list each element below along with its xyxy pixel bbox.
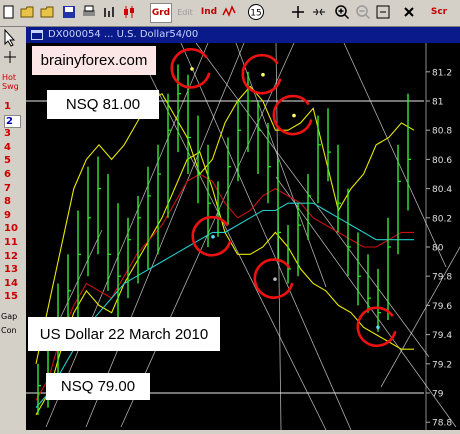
gap-button[interactable]: Gap: [1, 312, 17, 321]
trend-level-8[interactable]: 8: [4, 196, 11, 207]
wave-icon[interactable]: [222, 3, 236, 21]
y-tick-label: 81: [432, 98, 443, 108]
trend-level-14[interactable]: 14: [4, 278, 18, 289]
trend-level-4[interactable]: 4: [4, 142, 11, 153]
swing-point-1: [261, 72, 265, 77]
swing-point-5: [376, 325, 380, 330]
trend-level-12[interactable]: 12: [4, 251, 18, 262]
y-tick-label: 79.4: [432, 331, 452, 341]
bar-chart-icon[interactable]: [102, 3, 116, 21]
trend-level-3[interactable]: 3: [4, 128, 11, 139]
cursor-cross-icon[interactable]: [291, 3, 305, 21]
save-icon[interactable]: [62, 3, 76, 21]
y-tick-label: 80: [432, 244, 444, 254]
indicator-button[interactable]: Ind: [201, 3, 217, 21]
folder-icon[interactable]: [40, 3, 56, 21]
trend-level-6[interactable]: 6: [4, 169, 11, 180]
trend-level-1[interactable]: 1: [4, 101, 11, 112]
y-tick-label: 80.6: [432, 156, 452, 166]
candle-icon[interactable]: [122, 3, 136, 21]
y-tick-label: 81.2: [432, 68, 452, 78]
new-file-icon[interactable]: [2, 3, 16, 21]
chart-caption: US Dollar 22 March 2010: [28, 317, 220, 351]
trend-line-4: [145, 66, 327, 431]
trend-line-3: [195, 42, 430, 358]
chart-title: DX000054 ... U.S. Dollar54/00: [48, 29, 199, 40]
swing-label: Swg: [2, 82, 19, 91]
trend-level-5[interactable]: 5: [4, 155, 11, 166]
site-label: brainyforex.com: [32, 46, 156, 75]
y-tick-label: 79.6: [432, 302, 452, 312]
trend-line-10: [55, 229, 103, 328]
edit-button[interactable]: Edit: [175, 3, 195, 21]
trend-level-15[interactable]: 15: [4, 291, 18, 302]
nsq-bottom-label: NSQ 79.00: [46, 373, 150, 400]
trend-level-10[interactable]: 10: [4, 223, 18, 234]
y-tick-label: 79: [432, 390, 444, 400]
grid-button[interactable]: Grd: [150, 3, 172, 23]
chart-window: 81.2 81 80.8 80.6 80.4 80.2 80 79.8 79.6 79.4 79.2…: [26, 27, 460, 431]
y-tick-label: 80.2: [432, 214, 452, 224]
nsq-top-label: NSQ 81.00: [47, 90, 159, 119]
y-tick-label: 79.2: [432, 360, 452, 370]
trend-level-9[interactable]: 9: [4, 210, 11, 221]
zoom-out-icon[interactable]: [355, 3, 371, 21]
swing-point-4: [273, 277, 277, 281]
trend-level-2[interactable]: 2: [4, 114, 21, 128]
fit-icon[interactable]: [376, 3, 390, 21]
trend-line-8: [343, 42, 447, 268]
print-icon[interactable]: [82, 3, 96, 21]
con-button[interactable]: Con: [1, 326, 17, 335]
chart-title-bar[interactable]: DX000054 ... U.S. Dollar54/00: [26, 27, 460, 43]
window-icon: [31, 30, 43, 40]
open-folder-icon[interactable]: [20, 3, 36, 21]
swing-point-2: [292, 113, 296, 118]
scroll-button[interactable]: Scr: [430, 3, 448, 21]
swing-point-0: [190, 67, 194, 71]
y-tick-label: 78.8: [432, 419, 452, 429]
trend-level-11[interactable]: 11: [4, 237, 18, 248]
close-icon[interactable]: [402, 3, 416, 21]
toolbar: Grd Edit Ind 15 Scr: [0, 0, 460, 27]
period-circle-icon[interactable]: 15: [247, 3, 265, 21]
compress-icon[interactable]: [312, 3, 326, 21]
trend-level-13[interactable]: 13: [4, 264, 18, 275]
swing-point-3: [211, 234, 215, 239]
y-tick-label: 80.4: [432, 185, 452, 195]
zoom-in-icon[interactable]: [334, 3, 350, 21]
cross-tool-icon[interactable]: [3, 49, 17, 68]
period-label: 15: [250, 9, 261, 19]
arrow-cursor-icon[interactable]: [3, 28, 17, 51]
hot-label: Hot: [2, 73, 17, 82]
price-chart[interactable]: 81.2 81 80.8 80.6 80.4 80.2 80 79.8 79.6 79.4 79.2…: [26, 27, 460, 431]
y-tick-label: 80.8: [432, 127, 452, 137]
y-tick-label: 79.8: [432, 273, 452, 283]
trend-level-7[interactable]: 7: [4, 183, 11, 194]
trend-selector-panel: Hot Swg 1 2 3 4 5 6 7 8 9 10 11 12 13 14 15 Gap Con: [0, 27, 25, 430]
